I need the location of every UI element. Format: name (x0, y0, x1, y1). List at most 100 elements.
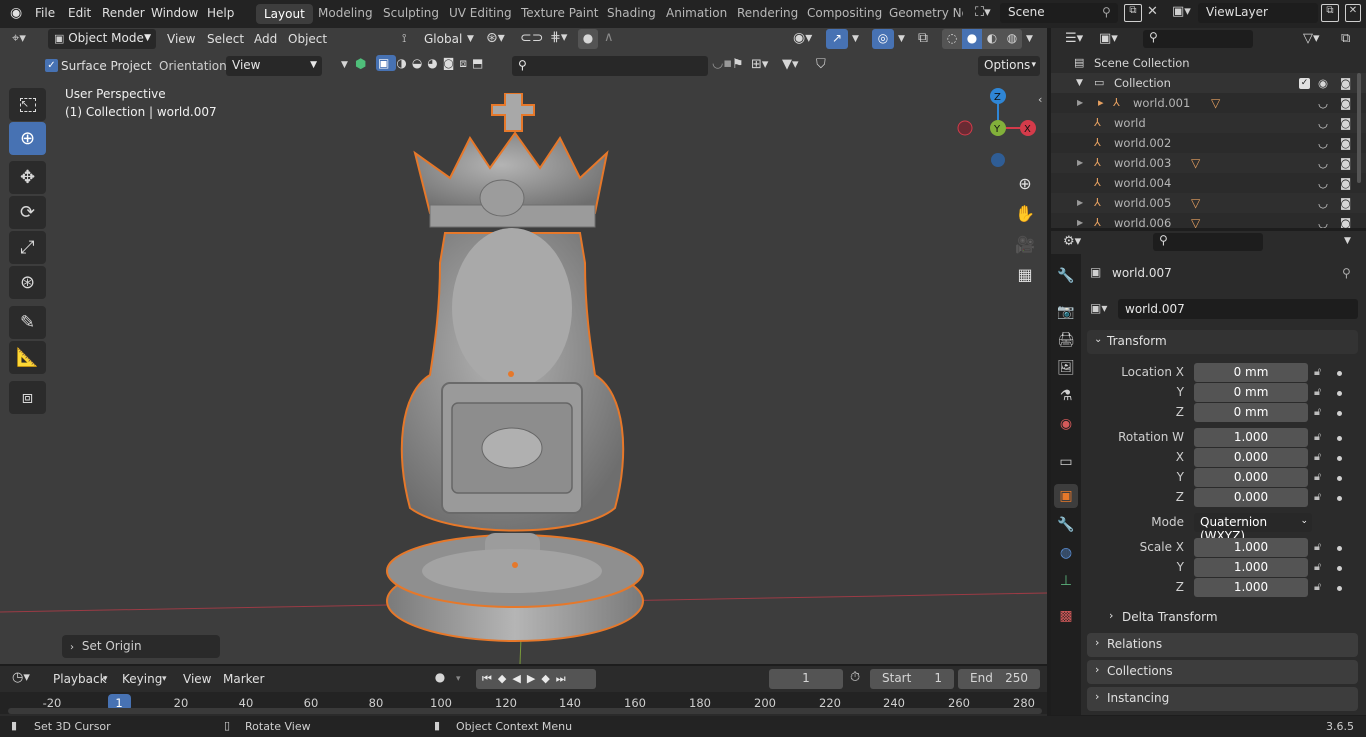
lock-icon[interactable]: 🔓︎ (1314, 385, 1321, 399)
tab-sculpting[interactable]: Sculpting (383, 6, 439, 20)
scale-y-field[interactable]: 1.000 (1194, 558, 1308, 577)
eye-closed-icon[interactable]: ◡ (1318, 96, 1328, 110)
stopwatch-icon[interactable]: ⏱ (850, 670, 860, 685)
object-name-field[interactable]: world.007 (1118, 299, 1358, 319)
keyframe-dot-icon[interactable] (1337, 566, 1342, 571)
collection-tab-icon[interactable]: ▭ (1054, 450, 1078, 474)
tab-animation[interactable]: Animation (666, 6, 727, 20)
world-tab-icon[interactable]: ◉ (1054, 412, 1078, 436)
scene-selector-icon[interactable]: ⛶▾ (975, 5, 991, 20)
eye-closed-icon[interactable]: ◡ (1318, 176, 1328, 190)
collapse-sidebar-icon[interactable]: ‹ (1038, 93, 1042, 106)
current-frame-field[interactable]: 1 (769, 669, 843, 689)
camera-render-icon[interactable]: ◙ (1340, 156, 1351, 170)
instancing-panel-header[interactable]: › Instancing (1087, 687, 1358, 711)
outliner-scene-collection[interactable]: ▤ Scene Collection (1051, 53, 1366, 73)
camera-render-icon[interactable]: ◙ (1340, 116, 1351, 130)
scale-z-field[interactable]: 1.000 (1194, 578, 1308, 597)
eye-closed-icon[interactable]: ◡ (1318, 216, 1328, 228)
chevron-right-icon[interactable]: ▶ (1077, 198, 1083, 207)
transform-panel-header[interactable]: ⌄ Transform (1087, 330, 1358, 354)
outliner-item[interactable]: ▶ ⅄ world.003 ▽ ◡ ◙ (1051, 153, 1366, 173)
blender-logo-icon[interactable]: ◉ (10, 5, 22, 21)
location-x-field[interactable]: 0 mm (1194, 363, 1308, 382)
collections-panel-header[interactable]: › Collections (1087, 660, 1358, 684)
lock-icon[interactable]: 🔓︎ (1314, 580, 1321, 594)
tab-geometry-nodes[interactable]: Geometry Noc (889, 6, 963, 20)
relations-panel-header[interactable]: › Relations (1087, 633, 1358, 657)
set-origin-panel[interactable]: › Set Origin (62, 635, 220, 658)
keyframe-dot-icon[interactable] (1337, 391, 1342, 396)
outliner-search-input[interactable]: ⚲ (1143, 30, 1253, 48)
camera-icon[interactable]: 🎥 (1012, 231, 1038, 257)
menu-file[interactable]: File (35, 6, 55, 20)
delta-transform-subpanel[interactable]: › Delta Transform (1100, 606, 1350, 630)
play-reverse-icon[interactable]: ◀ (512, 672, 526, 685)
keyframe-dot-icon[interactable] (1337, 586, 1342, 591)
eye-closed-icon[interactable]: ◡ (1318, 156, 1328, 170)
lock-icon[interactable]: 🔓︎ (1314, 540, 1321, 554)
menu-edit[interactable]: Edit (68, 6, 91, 20)
outliner-collection[interactable]: ▼ ▭ Collection ✓ ◉ ◙ (1051, 73, 1366, 93)
camera-render-icon[interactable]: ◙ (1340, 216, 1351, 228)
rotation-x-field[interactable]: 0.000 (1194, 448, 1308, 467)
playback-controls[interactable]: ⏮◆◀▶◆⏭ (476, 669, 596, 689)
render-tab-icon[interactable]: 📷 (1054, 300, 1078, 324)
view-layer-icon[interactable]: ▣▾ (1172, 4, 1191, 19)
menu-window[interactable]: Window (151, 6, 198, 20)
menu-help[interactable]: Help (207, 6, 234, 20)
outliner-item[interactable]: ⅄ world.002 ◡ ◙ (1051, 133, 1366, 153)
timeline-scrollbar[interactable] (8, 708, 1042, 714)
navigation-gizmo[interactable]: Z X Y (950, 83, 1040, 173)
filter-icon[interactable]: ▽▾ (1303, 31, 1320, 46)
keyframe-dot-icon[interactable] (1337, 496, 1342, 501)
menu-render[interactable]: Render (102, 6, 145, 20)
chevron-right-icon[interactable]: ▶ (1077, 98, 1083, 107)
chevron-down-icon[interactable]: ▼ (1344, 236, 1351, 246)
jump-start-icon[interactable]: ⏮ (482, 672, 498, 685)
texture-tab-icon[interactable]: ▩ (1054, 604, 1078, 628)
camera-render-icon[interactable]: ◙ (1340, 76, 1351, 90)
rotation-mode-dropdown[interactable]: Quaternion (WXYZ) ⌄ (1194, 513, 1312, 543)
new-scene-icon[interactable]: ⧉ (1124, 4, 1142, 22)
lock-icon[interactable]: 🔓︎ (1314, 405, 1321, 419)
zoom-icon[interactable]: ⊕ (1012, 170, 1038, 196)
menu-playback[interactable]: Playback (53, 672, 107, 686)
keyframe-dot-icon[interactable] (1337, 476, 1342, 481)
chess-king-model[interactable] (370, 93, 650, 653)
lock-icon[interactable]: 🔓︎ (1314, 365, 1321, 379)
rotation-w-field[interactable]: 1.000 (1194, 428, 1308, 447)
3d-viewport[interactable]: ⌖▾ ▣ Object Mode ▼ View Select Add Objec… (0, 28, 1047, 664)
lock-icon[interactable]: 🔓︎ (1314, 430, 1321, 444)
outliner-scrollbar[interactable] (1357, 73, 1361, 183)
camera-render-icon[interactable]: ◙ (1340, 176, 1351, 190)
jump-end-icon[interactable]: ⏭ (556, 672, 572, 685)
tab-shading[interactable]: Shading (607, 6, 656, 20)
pan-hand-icon[interactable]: ✋ (1012, 200, 1038, 226)
lock-icon[interactable]: 🔓︎ (1314, 490, 1321, 504)
menu-view-timeline[interactable]: View (183, 672, 211, 686)
lock-icon[interactable]: 🔓︎ (1314, 560, 1321, 574)
tool-tab-icon[interactable]: 🔧 (1054, 264, 1078, 288)
constraints-tab-icon[interactable]: ⊥ (1054, 569, 1078, 593)
keyframe-dot-icon[interactable] (1337, 456, 1342, 461)
expand-icon[interactable]: ▸ (1098, 96, 1104, 109)
remove-view-layer-icon[interactable]: ✕ (1345, 4, 1361, 22)
tab-texture-paint[interactable]: Texture Paint (521, 6, 598, 20)
pin-icon[interactable]: ⚲ (1342, 266, 1351, 280)
keyframe-dot-icon[interactable] (1337, 546, 1342, 551)
menu-marker[interactable]: Marker (223, 672, 264, 686)
play-icon[interactable]: ▶ (527, 672, 541, 685)
menu-keying[interactable]: Keying (122, 672, 162, 686)
outliner-item[interactable]: ▶ ⅄ world.006 ▽ ◡ ◙ (1051, 213, 1366, 228)
view-layer-tab-icon[interactable]: 🖼 (1054, 356, 1078, 380)
camera-render-icon[interactable]: ◙ (1340, 136, 1351, 150)
display-mode-icon[interactable]: ▣▾ (1099, 31, 1118, 46)
scene-name-field[interactable]: Scene (1000, 3, 1118, 23)
object-tab-icon[interactable]: ▣ (1054, 484, 1078, 508)
start-frame-field[interactable]: Start 1 (870, 669, 954, 689)
outliner-item[interactable]: ⅄ world ◡ ◙ (1051, 113, 1366, 133)
location-y-field[interactable]: 0 mm (1194, 383, 1308, 402)
auto-keying-icon[interactable]: ● (429, 670, 451, 688)
output-tab-icon[interactable]: 🖨 (1054, 328, 1078, 352)
